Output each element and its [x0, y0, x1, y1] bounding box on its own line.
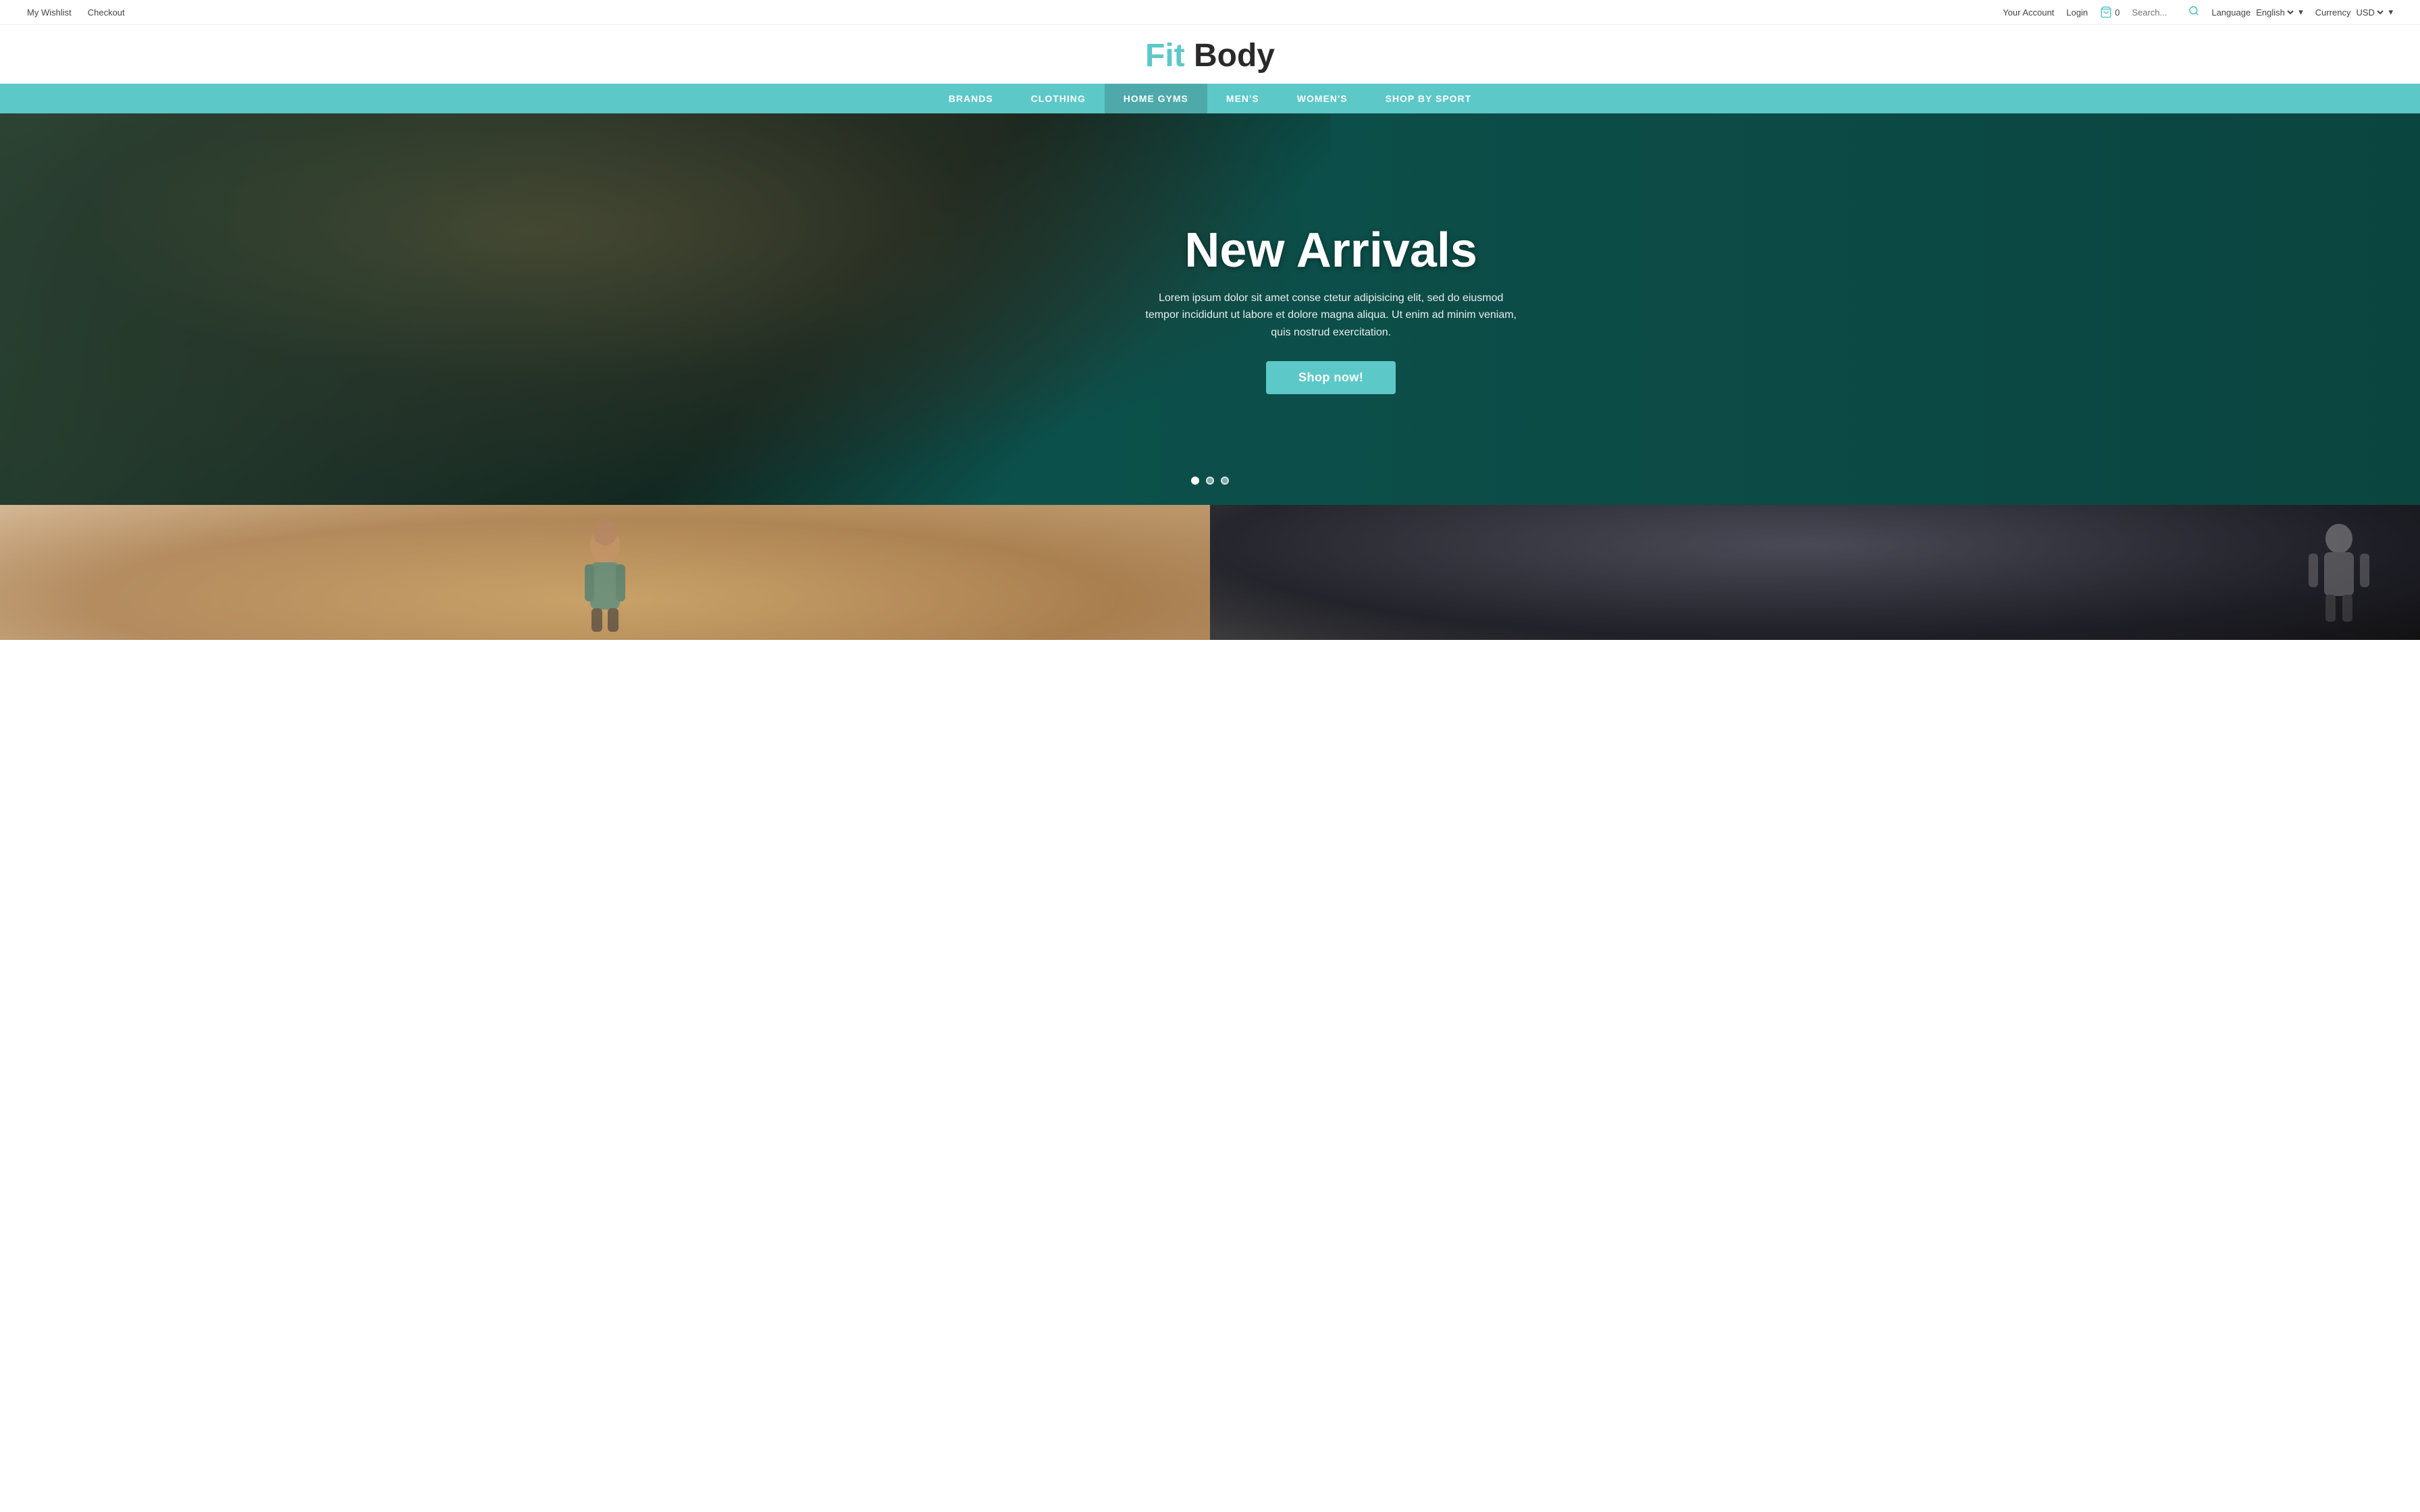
- gym-figure: [2271, 512, 2406, 633]
- cart-icon: [2100, 6, 2112, 18]
- language-select[interactable]: English: [2253, 7, 2296, 18]
- slider-dot-1[interactable]: [1191, 477, 1199, 485]
- currency-chevron-icon: ▾: [2388, 7, 2393, 18]
- nav-item-shop-by-sport[interactable]: SHOP BY SPORT: [1367, 84, 1491, 113]
- currency-select[interactable]: USD: [2353, 7, 2386, 18]
- search-wrap: [2132, 5, 2199, 19]
- nav-item-womens[interactable]: WOMEN'S: [1278, 84, 1367, 113]
- checkout-link[interactable]: Checkout: [88, 7, 125, 18]
- logo-body: Body: [1185, 38, 1275, 74]
- hero-subtitle: Lorem ipsum dolor sit amet conse ctetur …: [1142, 290, 1520, 342]
- language-label: Language: [2211, 7, 2251, 18]
- bottom-right-panel[interactable]: [1210, 505, 2420, 640]
- nav-item-brands[interactable]: BRANDS: [930, 84, 1012, 113]
- nav-bar: BRANDS CLOTHING HOME GYMS MEN'S WOMEN'S …: [0, 84, 2420, 113]
- logo-section: Fit Body: [0, 25, 2420, 84]
- language-chevron-icon: ▾: [2298, 7, 2303, 18]
- nav-item-clothing[interactable]: CLOTHING: [1012, 84, 1105, 113]
- slider-dots: [1191, 477, 1229, 485]
- search-input[interactable]: [2132, 7, 2186, 18]
- hero-section: New Arrivals Lorem ipsum dolor sit amet …: [0, 113, 2420, 505]
- language-dropdown[interactable]: Language English ▾: [2211, 7, 2303, 18]
- nav-item-mens[interactable]: MEN'S: [1207, 84, 1278, 113]
- search-button[interactable]: [2188, 5, 2199, 19]
- nav-item-home-gyms[interactable]: HOME GYMS: [1105, 84, 1207, 113]
- currency-label: Currency: [2315, 7, 2351, 18]
- hero-content: New Arrivals Lorem ipsum dolor sit amet …: [1128, 224, 1533, 395]
- top-bar-left: My Wishlist Checkout: [27, 7, 125, 18]
- bottom-left-panel[interactable]: [0, 505, 1210, 640]
- login-link[interactable]: Login: [2066, 7, 2088, 18]
- woman-athlete-figure: [564, 512, 646, 633]
- bottom-preview: [0, 505, 2420, 640]
- logo-fit: Fit: [1145, 38, 1185, 74]
- logo[interactable]: Fit Body: [1145, 37, 1275, 74]
- slider-dot-2[interactable]: [1206, 477, 1214, 485]
- hero-title: New Arrivals: [1142, 224, 1520, 277]
- currency-dropdown[interactable]: Currency USD ▾: [2315, 7, 2393, 18]
- slider-dot-3[interactable]: [1221, 477, 1229, 485]
- shop-now-button[interactable]: Shop now!: [1266, 361, 1396, 394]
- account-link[interactable]: Your Account: [2003, 7, 2054, 18]
- wishlist-link[interactable]: My Wishlist: [27, 7, 72, 18]
- top-bar: My Wishlist Checkout Your Account Login …: [0, 0, 2420, 25]
- search-icon: [2188, 5, 2199, 16]
- cart-button[interactable]: 0: [2100, 6, 2120, 18]
- cart-count: 0: [2115, 7, 2120, 18]
- top-bar-right: Your Account Login 0 Language English: [2003, 5, 2393, 19]
